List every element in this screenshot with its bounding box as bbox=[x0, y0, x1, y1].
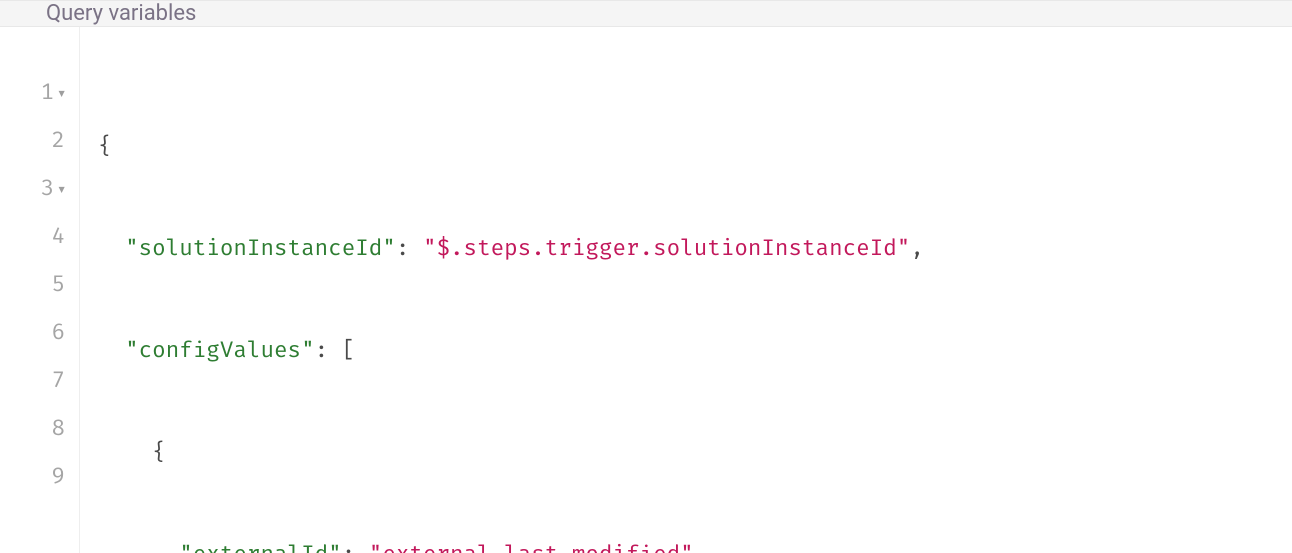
fold-toggle-icon[interactable]: ▼ bbox=[58, 88, 65, 101]
line-number: 3▼ bbox=[0, 165, 79, 213]
panel-header[interactable]: Query variables bbox=[0, 0, 1292, 27]
line-number: 4 bbox=[0, 213, 79, 261]
panel-title: Query variables bbox=[46, 1, 196, 26]
line-number: 8 bbox=[0, 405, 79, 453]
fold-toggle-icon[interactable]: ▼ bbox=[58, 184, 65, 197]
line-number-gutter: 1▼ 2 3▼ 4 5 6 7 8 9 bbox=[0, 27, 80, 553]
line-number: 1▼ bbox=[0, 69, 79, 117]
code-content[interactable]: { "solutionInstanceId": "$.steps.trigger… bbox=[80, 27, 1292, 553]
code-line: { bbox=[98, 123, 1292, 171]
line-number: 2 bbox=[0, 117, 79, 165]
line-number: 6 bbox=[0, 309, 79, 357]
code-line: "solutionInstanceId": "$.steps.trigger.s… bbox=[98, 225, 1292, 273]
code-line: "externalId": "external_last_modified", bbox=[98, 531, 1292, 553]
line-number: 7 bbox=[0, 357, 79, 405]
line-number: 5 bbox=[0, 261, 79, 309]
line-number: 9 bbox=[0, 453, 79, 501]
code-editor[interactable]: 1▼ 2 3▼ 4 5 6 7 8 9 { "solutionInstanceI… bbox=[0, 27, 1292, 553]
code-line: "configValues": [ bbox=[98, 327, 1292, 375]
code-line: { bbox=[98, 429, 1292, 477]
query-variables-panel: Query variables 1▼ 2 3▼ 4 5 6 7 8 9 { "s… bbox=[0, 0, 1292, 553]
